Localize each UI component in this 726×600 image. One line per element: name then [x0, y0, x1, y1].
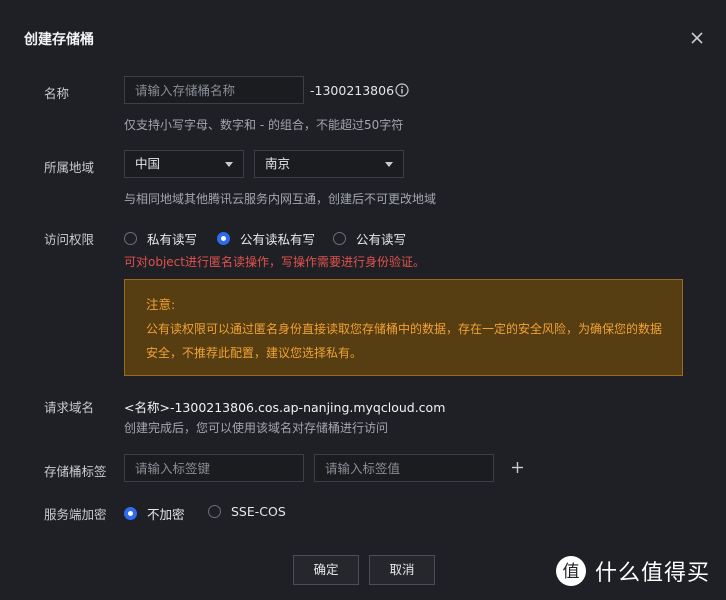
dialog-title: 创建存储桶 [24, 32, 94, 48]
radio-public-read-write[interactable]: 公有读写 [333, 229, 406, 248]
tag-key-input[interactable] [124, 454, 304, 482]
watermark-text: 什么值得买 [595, 561, 711, 586]
radio-private-read-write[interactable]: 私有读写 [124, 229, 197, 248]
security-notice: 注意: 公有读权限可以通过匿名身份直接读取您存储桶中的数据，存在一定的安全风险，… [124, 279, 683, 376]
notice-title: 注意: [146, 297, 176, 312]
chevron-down-icon [225, 162, 233, 167]
request-domain-label: 请求域名 [44, 400, 95, 415]
radio-icon [208, 505, 221, 518]
radio-icon [124, 232, 137, 245]
encryption-label: 服务端加密 [44, 507, 107, 522]
watermark-logo-icon: 值 [556, 556, 586, 586]
radio-label: 公有读私有写 [240, 232, 316, 247]
radio-label: 私有读写 [147, 232, 198, 247]
request-domain-hint: 创建完成后，您可以使用该域名对存储桶进行访问 [124, 421, 389, 435]
access-warning: 可对object进行匿名读操作，写操作需要进行身份验证。 [124, 255, 425, 269]
info-icon[interactable] [395, 83, 409, 97]
radio-selected-icon [124, 507, 137, 520]
add-tag-icon[interactable] [511, 461, 524, 474]
tags-label: 存储桶标签 [44, 464, 107, 479]
radio-public-read-private-write[interactable]: 公有读私有写 [217, 229, 315, 248]
name-hint: 仅支持小写字母、数字和 - 的组合，不能超过50字符 [124, 118, 404, 132]
create-bucket-dialog: 创建存储桶 名称 -1300213806 仅支持小写字母、数字和 - 的组合，不… [0, 0, 726, 600]
name-label: 名称 [44, 86, 70, 101]
bucket-name-input[interactable] [124, 76, 304, 104]
request-domain-value: <名称>-1300213806.cos.ap-nanjing.myqcloud.… [124, 400, 446, 415]
region-city-select[interactable]: 南京 [254, 150, 404, 178]
radio-icon [333, 232, 346, 245]
svg-text:值: 值 [563, 562, 580, 582]
chevron-down-icon [385, 162, 393, 167]
app-id-suffix: -1300213806 [310, 83, 395, 98]
radio-selected-icon [217, 232, 230, 245]
radio-label: SSE-COS [231, 504, 286, 519]
region-country-value: 中国 [135, 156, 161, 171]
tag-value-input[interactable] [314, 454, 494, 482]
close-icon[interactable] [688, 29, 706, 47]
region-city-value: 南京 [265, 156, 291, 171]
confirm-button[interactable]: 确定 [293, 555, 359, 585]
radio-sse-cos[interactable]: SSE-COS [208, 504, 286, 519]
radio-label: 不加密 [147, 507, 185, 522]
radio-no-encryption[interactable]: 不加密 [124, 504, 185, 523]
radio-label: 公有读写 [356, 232, 407, 247]
cancel-button[interactable]: 取消 [369, 555, 435, 585]
watermark: 值 什么值得买 [555, 555, 710, 587]
region-country-select[interactable]: 中国 [124, 150, 244, 178]
region-hint: 与相同地域其他腾讯云服务内网互通，创建后不可更改地域 [124, 192, 437, 206]
region-label: 所属地域 [44, 160, 95, 175]
notice-body: 公有读权限可以通过匿名身份直接读取您存储桶中的数据，存在一定的安全风险，为确保您… [146, 322, 663, 360]
access-label: 访问权限 [44, 232, 95, 247]
